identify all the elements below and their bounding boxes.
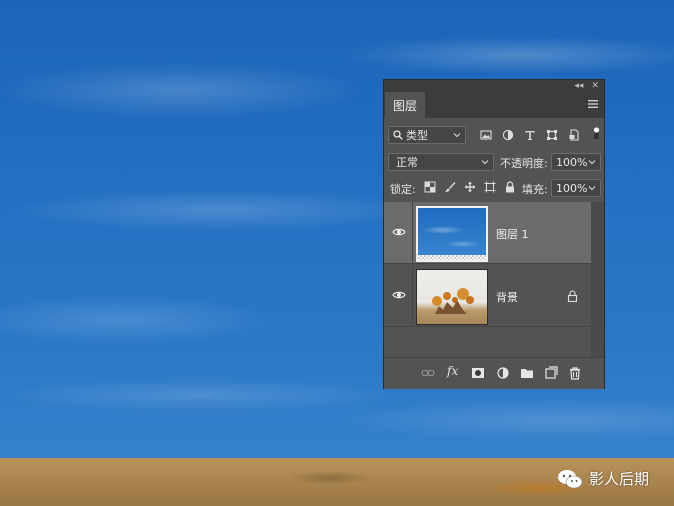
watermark-text: 影人后期 <box>589 470 650 488</box>
opacity-input[interactable]: 100% <box>551 153 601 171</box>
panel-header-strip: ◂◂ ✕ <box>384 80 604 92</box>
chevron-down-icon <box>588 160 596 165</box>
visibility-divider <box>412 265 413 327</box>
lock-label: 锁定: <box>390 183 416 196</box>
new-group-icon[interactable] <box>520 366 534 380</box>
blend-mode-dropdown[interactable]: 正常 <box>388 153 494 171</box>
chevron-down-icon <box>453 133 461 138</box>
lock-icon[interactable] <box>567 290 578 302</box>
panel-menu-icon[interactable] <box>588 99 598 109</box>
add-mask-icon[interactable] <box>471 366 485 380</box>
shape-filter-icon[interactable] <box>546 129 558 141</box>
transparency-checker <box>418 255 486 260</box>
panel-tabbar: 图层 <box>384 92 604 118</box>
watermark: 影人后期 <box>557 468 649 489</box>
chevron-down-icon <box>481 160 489 165</box>
collapse-panel-icon[interactable]: ◂◂ <box>574 80 583 92</box>
opacity-value: 100% <box>556 155 588 169</box>
adjustment-filter-icon[interactable] <box>502 129 514 141</box>
tab-layers[interactable]: 图层 <box>385 92 425 118</box>
adjustment-layer-icon[interactable] <box>496 366 510 380</box>
lock-position-icon[interactable] <box>464 181 476 193</box>
tree-thumbnail-graphic <box>432 288 474 314</box>
fill-value: 100% <box>556 181 588 195</box>
layers-scrollbar[interactable] <box>591 202 604 357</box>
layer-name-layer-1[interactable]: 图层 1 <box>496 226 529 242</box>
layers-panel: ◂◂ ✕ 图层 类型 正常 不透明度: 100% 锁定: 填充: 100% 图层… <box>383 79 605 389</box>
layer-name-background[interactable]: 背景 <box>496 289 518 305</box>
search-icon <box>393 130 403 140</box>
new-layer-icon[interactable] <box>544 366 558 380</box>
fill-input[interactable]: 100% <box>551 179 601 197</box>
delete-layer-icon[interactable] <box>568 366 582 380</box>
lock-transparent-pixels-icon[interactable] <box>424 181 436 193</box>
smart-object-filter-icon[interactable] <box>568 129 580 141</box>
layer-row-layer-1[interactable]: 图层 1 <box>384 202 591 264</box>
lock-image-pixels-icon[interactable] <box>444 181 456 193</box>
layer-thumbnail-sky <box>416 206 488 262</box>
lock-artboard-icon[interactable] <box>484 181 496 193</box>
layer-thumbnail-background <box>416 269 488 325</box>
wechat-logo-icon <box>558 469 583 488</box>
fx-icon[interactable]: fx <box>447 364 461 378</box>
visibility-divider <box>412 202 413 264</box>
panel-footer: fx <box>384 357 604 389</box>
filter-kind-value: 类型 <box>406 129 428 142</box>
filter-toggle-icon[interactable] <box>592 125 601 141</box>
visibility-eye-icon[interactable] <box>392 289 406 301</box>
visibility-eye-icon[interactable] <box>392 226 406 238</box>
opacity-label: 不透明度: <box>500 157 548 170</box>
fill-label: 填充: <box>522 183 548 196</box>
image-filter-icon[interactable] <box>480 129 492 141</box>
lock-all-icon[interactable] <box>504 181 516 193</box>
layer-row-background[interactable]: 背景 <box>384 265 591 327</box>
blend-mode-value: 正常 <box>396 156 418 169</box>
link-layers-icon[interactable] <box>421 366 435 380</box>
layers-list: 图层 1 背景 <box>384 202 591 329</box>
type-filter-icon[interactable] <box>524 129 536 141</box>
close-panel-icon[interactable]: ✕ <box>591 80 599 92</box>
chevron-down-icon <box>588 186 596 191</box>
filter-kind-dropdown[interactable]: 类型 <box>388 126 466 144</box>
